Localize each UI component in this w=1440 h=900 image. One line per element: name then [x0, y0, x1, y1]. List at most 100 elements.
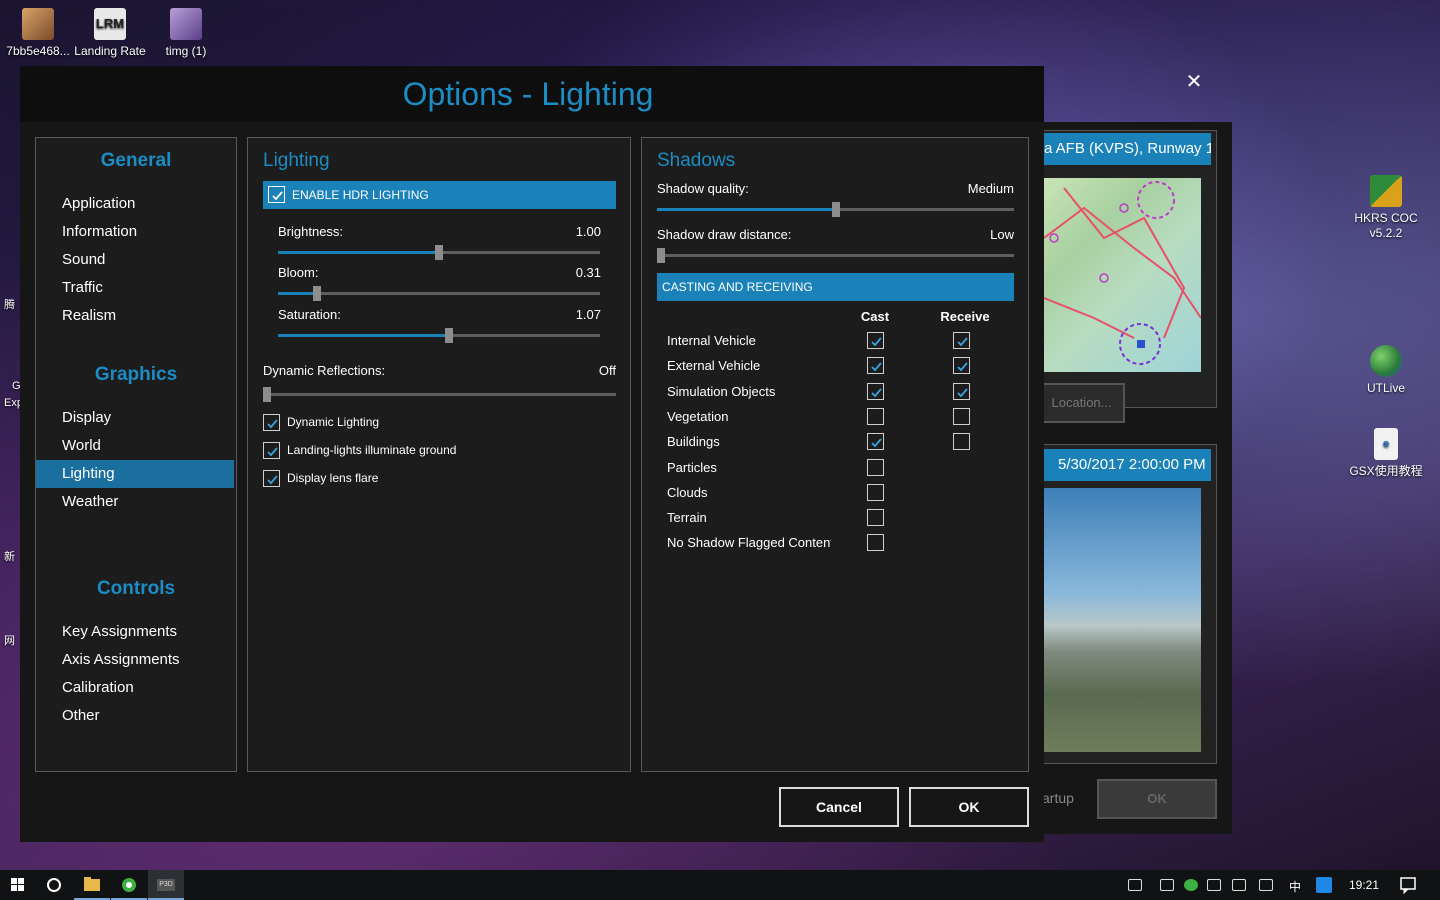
slider-thumb[interactable]	[435, 245, 443, 260]
checkbox[interactable]	[263, 470, 280, 487]
location-button[interactable]: Location...	[1038, 383, 1125, 423]
cast-checkbox[interactable]	[867, 332, 884, 349]
receive-checkbox[interactable]	[953, 433, 970, 451]
cast-checkbox[interactable]	[867, 382, 884, 400]
nav-item-sound[interactable]: Sound	[36, 246, 234, 274]
receive-checkbox[interactable]	[953, 357, 970, 375]
hdr-checkbox[interactable]	[268, 186, 285, 203]
slider-thumb[interactable]	[263, 387, 271, 402]
nav-panel: General Application Information Sound Traffi…	[35, 137, 237, 772]
nav-item-axis-assignments[interactable]: Axis Assignments	[36, 646, 234, 674]
receive-column-header: Receive	[940, 309, 990, 324]
wechat-icon[interactable]	[1184, 879, 1198, 891]
pen-icon[interactable]	[1259, 879, 1273, 891]
edge-label: 新	[4, 551, 15, 563]
shadow-quality-slider[interactable]	[657, 202, 1014, 217]
shadow-row-label: Simulation Objects	[667, 383, 776, 399]
lighting-bloom-slider[interactable]	[278, 286, 600, 301]
desktop-icon-label: UTLive	[1366, 381, 1405, 395]
lighting-brightness-label: Brightness:	[278, 224, 344, 239]
shadow-row-label: External Vehicle	[667, 358, 761, 374]
nav-item-realism[interactable]: Realism	[36, 302, 234, 330]
chevron-up-icon[interactable]	[1160, 879, 1174, 891]
hdr-toggle[interactable]: ENABLE HDR LIGHTING	[263, 181, 616, 209]
check-icon	[871, 362, 882, 372]
checkbox-label[interactable]: Display lens flare	[287, 471, 378, 485]
slider-thumb[interactable]	[657, 248, 665, 263]
nav-item-information[interactable]: Information	[36, 218, 234, 246]
nav-item-weather[interactable]: Weather	[36, 488, 234, 516]
shadows-panel: Shadows Shadow quality: Medium Shadow draw…	[641, 137, 1029, 772]
notification-button[interactable]	[1390, 870, 1426, 900]
slider-fill	[657, 208, 836, 211]
cancel-button[interactable]: Cancel	[779, 787, 899, 827]
cast-column-header: Cast	[860, 309, 890, 324]
ok-button[interactable]: OK	[909, 787, 1029, 827]
cast-checkbox[interactable]	[867, 483, 884, 501]
cast-checkbox[interactable]	[867, 357, 884, 375]
nav-item-display[interactable]: Display	[36, 404, 234, 432]
checkbox[interactable]	[263, 442, 280, 459]
nav-item-calibration[interactable]: Calibration	[36, 674, 234, 702]
volume-icon[interactable]	[1207, 879, 1221, 891]
shadow-row-label: Clouds	[667, 484, 708, 500]
nav-item-application[interactable]: Application	[36, 190, 234, 218]
qq-icon[interactable]	[1316, 877, 1332, 893]
lighting-brightness-slider[interactable]	[278, 245, 600, 260]
shadow-distance-slider[interactable]	[657, 248, 1014, 263]
desktop-icon-gsx[interactable]: e GSX使用教程	[1348, 428, 1424, 479]
slider-thumb[interactable]	[313, 286, 321, 301]
lighting-bloom-value: 0.31	[575, 265, 601, 280]
checkbox-label[interactable]: Landing-lights illuminate ground	[287, 443, 456, 457]
nav-item-key-assignments[interactable]: Key Assignments	[36, 618, 234, 646]
nav-item-lighting[interactable]: Lighting	[36, 460, 234, 488]
cast-checkbox[interactable]	[867, 534, 884, 552]
desktop-icon-label: 7bb5e468...	[6, 44, 70, 58]
check-icon	[957, 362, 968, 372]
checkbox-label[interactable]: Dynamic Lighting	[287, 415, 379, 429]
shadow-quality-value: Medium	[967, 181, 1014, 196]
cast-checkbox[interactable]	[867, 407, 884, 425]
edge-label: 腾	[4, 299, 15, 311]
slider-thumb[interactable]	[445, 328, 453, 343]
background-ok-button[interactable]: OK	[1097, 779, 1217, 819]
hkrs-app-icon	[1370, 175, 1402, 207]
taskbar-browser[interactable]	[111, 870, 147, 900]
shadow-row-label: Vegetation	[667, 408, 729, 424]
close-icon[interactable]: ✕	[1182, 70, 1206, 94]
start-button[interactable]	[0, 870, 36, 900]
lighting-saturation-slider[interactable]	[278, 328, 600, 343]
desktop-icon-landing-rate[interactable]: LRM Landing Rate ...	[72, 8, 148, 74]
desktop-icon-timg[interactable]: timg (1)	[148, 8, 224, 59]
receive-checkbox[interactable]	[953, 332, 970, 349]
taskbar: P3D 中 19:21	[0, 870, 1440, 900]
receive-checkbox[interactable]	[953, 382, 970, 400]
cast-checkbox[interactable]	[867, 433, 884, 451]
search-button[interactable]	[36, 870, 72, 900]
cast-checkbox[interactable]	[867, 458, 884, 476]
taskbar-p3d[interactable]: P3D	[148, 870, 184, 900]
network-icon[interactable]	[1232, 879, 1246, 891]
shadow-row-label: Buildings	[667, 434, 720, 450]
receive-checkbox[interactable]	[953, 407, 970, 425]
desktop-icon-image[interactable]: 7bb5e468...	[0, 8, 76, 59]
lighting-title: Lighting	[263, 150, 330, 171]
ime-indicator[interactable]: 中	[1289, 878, 1301, 895]
nav-item-traffic[interactable]: Traffic	[36, 274, 234, 302]
nav-item-world[interactable]: World	[36, 432, 234, 460]
slider-fill	[278, 251, 439, 254]
clock[interactable]: 19:21	[1349, 878, 1379, 892]
nav-item-other[interactable]: Other	[36, 702, 234, 730]
location-map[interactable]	[1044, 178, 1201, 372]
checkbox[interactable]	[263, 414, 280, 431]
slider-thumb[interactable]	[832, 202, 840, 217]
time-title: 5/30/2017 2:00:00 PM	[1044, 449, 1211, 481]
shadow-row-label: Particles	[667, 459, 717, 475]
location-title: a AFB (KVPS), Runway 19	[1036, 133, 1211, 165]
dynamic-reflections-slider[interactable]	[263, 387, 616, 402]
cast-checkbox[interactable]	[867, 509, 884, 527]
people-icon[interactable]	[1128, 879, 1142, 891]
desktop-icon-utlive[interactable]: UTLive	[1348, 345, 1424, 396]
taskbar-file-explorer[interactable]	[74, 870, 110, 900]
desktop-icon-hkrs[interactable]: HKRS COC v5.2.2	[1348, 175, 1424, 241]
